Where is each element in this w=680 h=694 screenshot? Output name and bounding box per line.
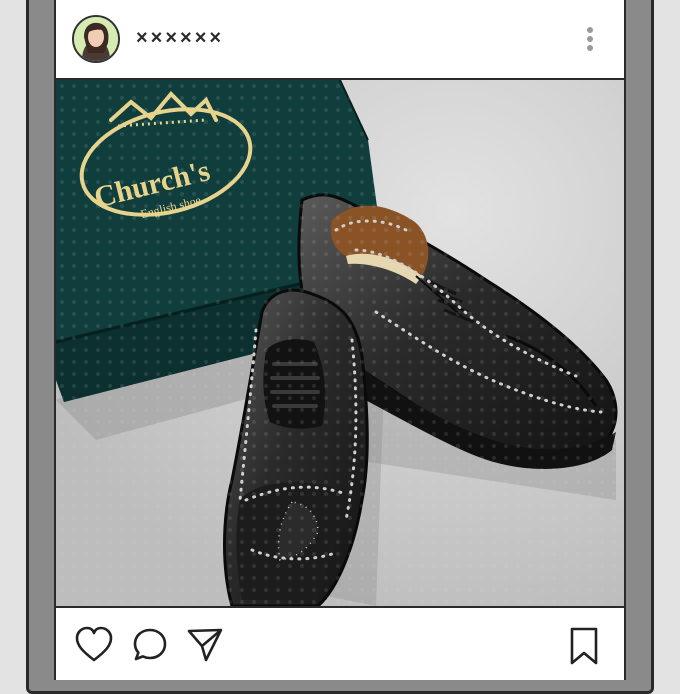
comment-icon[interactable] (132, 627, 168, 668)
more-vertical-icon[interactable] (576, 22, 604, 56)
post-card: ×××××× Church's English shoe (54, 0, 626, 680)
post-photo[interactable]: Church's English shoe (56, 78, 624, 608)
bookmark-icon[interactable] (568, 626, 600, 671)
action-bar (56, 608, 624, 680)
send-icon[interactable] (186, 626, 224, 669)
heart-icon[interactable] (74, 626, 114, 669)
username[interactable]: ×××××× (136, 27, 224, 50)
avatar[interactable] (72, 15, 120, 63)
post-header: ×××××× (56, 0, 624, 78)
